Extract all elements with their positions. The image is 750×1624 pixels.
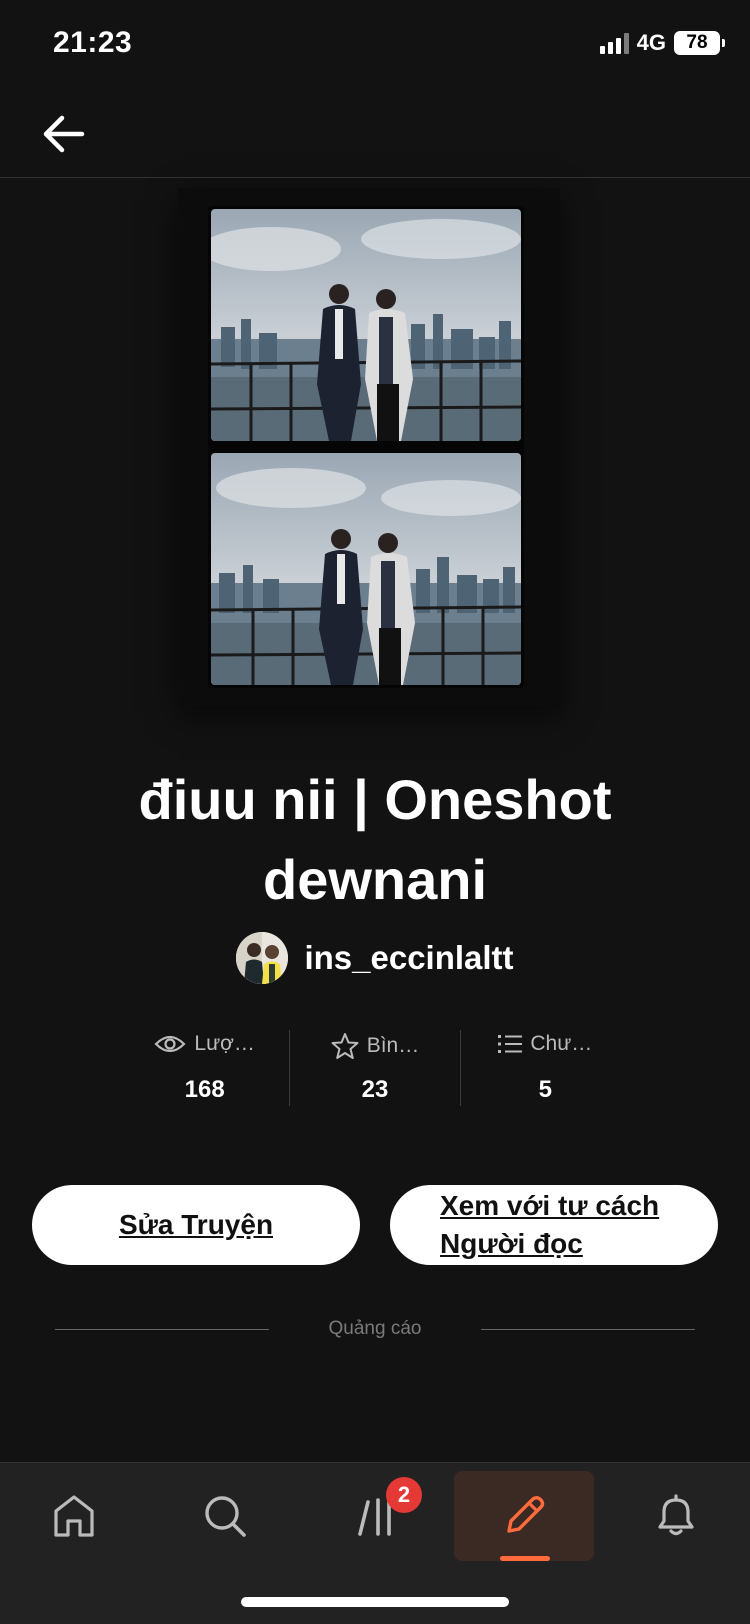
eye-icon — [154, 1035, 186, 1053]
nav-search[interactable] — [155, 1471, 295, 1561]
nav-notifications[interactable] — [606, 1471, 746, 1561]
nav-library[interactable]: 2 — [306, 1471, 446, 1561]
search-icon — [205, 1496, 246, 1537]
cover-photo-top — [211, 209, 521, 441]
battery-icon: 78 — [674, 31, 725, 55]
view-as-reader-label-line1: Xem với tư cách — [440, 1190, 660, 1221]
edit-story-button[interactable]: Sửa Truyện — [32, 1185, 360, 1265]
stat-reads-value: 168 — [184, 1076, 225, 1103]
status-bar: 21:23 4G 78 — [0, 0, 750, 90]
network-type: 4G — [636, 30, 666, 55]
stat-parts-label: Chư… — [530, 1032, 593, 1055]
stat-votes-value: 23 — [361, 1076, 389, 1103]
story-cover — [178, 188, 560, 706]
star-icon — [331, 1033, 359, 1059]
nav-home[interactable] — [4, 1471, 144, 1561]
pencil-icon — [507, 1496, 545, 1533]
stat-reads: Lượ… 168 — [120, 1030, 291, 1106]
nav-write[interactable] — [454, 1471, 594, 1561]
battery-level: 78 — [686, 32, 708, 53]
story-title: điuu nii | Oneshot dewnani — [138, 768, 612, 911]
stat-votes-label: Bìn… — [366, 1034, 420, 1057]
stat-votes: Bìn… 23 — [290, 1030, 461, 1106]
story-details-screen: 21:23 4G 78 điuu nii | Oneshot dewnani i… — [0, 0, 750, 1624]
status-indicators: 4G 78 — [599, 30, 725, 56]
divider-line — [55, 1328, 269, 1330]
list-icon — [498, 1035, 523, 1053]
story-stats: Lượ… 168 Bìn… 23 Chư… 5 — [120, 1030, 630, 1106]
bell-icon — [658, 1494, 694, 1536]
cover-frame — [208, 206, 524, 688]
view-as-reader-label-line2: Người đọc — [440, 1228, 583, 1259]
home-indicator[interactable] — [241, 1597, 509, 1607]
top-nav — [0, 90, 750, 178]
edit-story-label: Sửa Truyện — [118, 1209, 274, 1240]
divider-line — [481, 1328, 695, 1330]
back-button[interactable] — [38, 108, 90, 160]
stat-parts: Chư… 5 — [461, 1030, 630, 1106]
author-name[interactable]: ins_eccinlaltt — [304, 939, 513, 977]
view-as-reader-button[interactable]: Xem với tư cách Người đọc — [390, 1185, 718, 1265]
home-icon — [54, 1495, 94, 1537]
ad-divider: Quảng cáo — [55, 1316, 695, 1342]
signal-icon — [599, 32, 629, 54]
ad-label: Quảng cáo — [328, 1318, 422, 1339]
author-row[interactable]: ins_eccinlaltt — [0, 932, 750, 984]
status-time: 21:23 — [53, 26, 133, 59]
cover-photo-bottom — [211, 453, 521, 685]
avatar[interactable] — [236, 932, 289, 984]
notification-badge: 2 — [386, 1477, 422, 1513]
stat-parts-value: 5 — [538, 1076, 552, 1103]
arrow-left-icon — [43, 115, 85, 153]
stat-reads-label: Lượ… — [194, 1032, 255, 1055]
active-tab-indicator — [500, 1556, 550, 1561]
